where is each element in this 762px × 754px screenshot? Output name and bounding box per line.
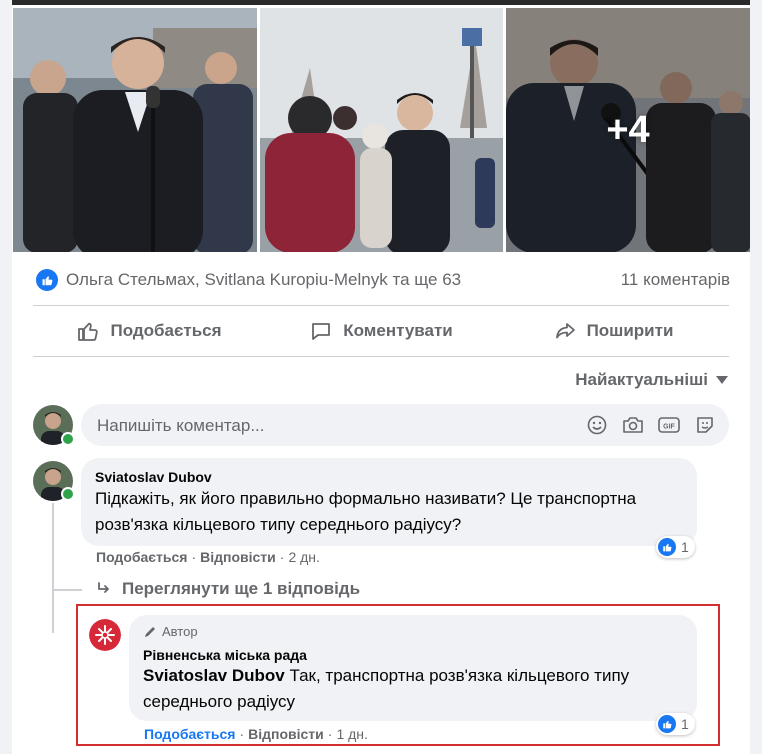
like-button[interactable]: Подобається <box>33 307 265 355</box>
comment-text: Підкажіть, як його правильно формально н… <box>95 489 637 534</box>
reaction-count-value: 1 <box>681 539 689 555</box>
thread-line <box>52 589 82 591</box>
comment-time[interactable]: 2 дн. <box>288 549 319 565</box>
reply-arrow-icon <box>98 582 109 593</box>
svg-text:GIF: GIF <box>663 424 675 431</box>
author-badge: Автор <box>143 624 198 639</box>
sort-label: Найактуальніші <box>575 370 708 389</box>
post-photo-2[interactable] <box>260 8 503 252</box>
online-status-indicator <box>61 432 75 446</box>
comment-reply-link[interactable]: Відповісти <box>200 549 276 565</box>
reply-reply-link[interactable]: Відповісти <box>248 726 324 742</box>
online-status-indicator <box>61 487 75 501</box>
reply-meta: Подобається · Відповісти · 1 дн. <box>144 726 368 742</box>
reply-bubble: Автор Рівненська міська рада Sviatoslav … <box>129 615 697 721</box>
reactions-summary[interactable]: Ольга Стельмах, Svitlana Kuropiu-Melnyk … <box>36 266 461 294</box>
post-actions-bar: Подобається Коментувати Поширити <box>33 307 729 355</box>
emoji-icon[interactable] <box>585 413 609 437</box>
share-icon <box>555 323 575 339</box>
view-more-replies-label: Переглянути ще 1 відповідь <box>122 579 361 598</box>
comment-button-label: Коментувати <box>343 321 453 340</box>
comment-composer[interactable]: GIF <box>81 404 729 448</box>
caret-down-icon <box>716 376 728 384</box>
like-reaction-icon <box>658 715 676 733</box>
comment-bubble: Sviatoslav Dubov Підкажіть, як його прав… <box>81 458 697 546</box>
reaction-count-value: 1 <box>681 716 689 732</box>
composer-tools: GIF <box>585 413 717 437</box>
like-reaction-icon <box>36 269 58 291</box>
camera-icon[interactable] <box>621 413 645 437</box>
like-reaction-icon <box>658 538 676 556</box>
post-photo-1[interactable] <box>13 8 257 252</box>
comment-author[interactable]: Sviatoslav Dubov <box>95 469 212 485</box>
comment-input[interactable] <box>95 404 579 448</box>
comment-button[interactable]: Коментувати <box>265 307 497 355</box>
divider <box>33 305 729 306</box>
post-photo-3-more[interactable]: +4 <box>506 8 750 252</box>
reactors-names[interactable]: Ольга Стельмах, Svitlana Kuropiu-Melnyk … <box>66 270 461 290</box>
comment-meta: Подобається · Відповісти · 2 дн. <box>96 549 320 565</box>
pencil-icon <box>145 626 155 637</box>
reply-reaction-count[interactable]: 1 <box>656 713 695 735</box>
thread-line <box>52 503 54 633</box>
comment-icon <box>312 323 331 340</box>
page-avatar[interactable] <box>89 619 121 651</box>
comment-sort-dropdown[interactable]: Найактуальніші <box>575 368 728 392</box>
gif-icon[interactable]: GIF <box>657 413 681 437</box>
reply-author[interactable]: Рівненська міська рада <box>143 647 307 663</box>
like-button-label: Подобається <box>110 321 222 340</box>
comment-like-link[interactable]: Подобається <box>96 549 187 565</box>
view-more-replies[interactable]: Переглянути ще 1 відповідь <box>96 576 360 602</box>
share-button[interactable]: Поширити <box>497 307 729 355</box>
reply-text-container: Sviatoslav Dubov Так, транспортна розв'я… <box>143 663 683 715</box>
comments-count[interactable]: 11 коментарів <box>621 266 730 294</box>
thumbs-up-icon <box>78 322 99 341</box>
previous-image-strip <box>12 0 750 5</box>
divider <box>33 356 729 357</box>
reply-like-link[interactable]: Подобається <box>144 726 235 742</box>
more-photos-count[interactable]: +4 <box>506 8 750 252</box>
author-badge-label: Автор <box>162 624 198 639</box>
share-button-label: Поширити <box>586 321 674 340</box>
sticker-icon[interactable] <box>693 413 717 437</box>
reply-mention[interactable]: Sviatoslav Dubov <box>143 666 285 685</box>
comment-reaction-count[interactable]: 1 <box>656 536 695 558</box>
reply-time[interactable]: 1 дн. <box>336 726 367 742</box>
